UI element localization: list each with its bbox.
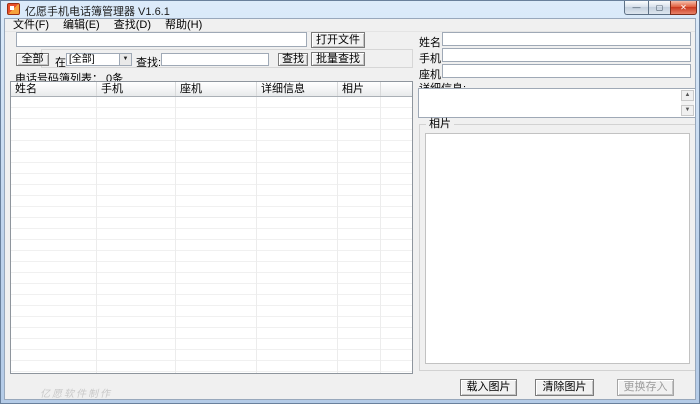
photo-groupbox: 相片 (419, 124, 696, 371)
app-icon (7, 3, 20, 15)
title-bar: 亿愿手机电话簿管理器 V1.6.1 — ▢ ✕ (1, 1, 699, 18)
photo-display-area (425, 133, 690, 364)
menu-file[interactable]: 文件(F) (6, 19, 56, 32)
scroll-down-icon[interactable]: ▼ (681, 105, 694, 116)
table-grid-col (257, 97, 338, 373)
mobile-field[interactable] (442, 48, 691, 62)
table-grid-col (11, 97, 97, 373)
photo-group-label: 相片 (426, 118, 454, 131)
column-header-details[interactable]: 详细信息 (257, 82, 338, 96)
details-scrollbar[interactable]: ▲ ▼ (681, 90, 694, 116)
scroll-up-icon[interactable]: ▲ (681, 90, 694, 101)
minimize-button[interactable]: — (624, 1, 649, 15)
find-button[interactable]: 查找 (278, 53, 308, 66)
menu-bar: 文件(F) 编辑(E) 查找(D) 帮助(H) (5, 19, 695, 32)
all-button[interactable]: 全部 (16, 53, 49, 66)
table-grid-col (97, 97, 176, 373)
menu-edit[interactable]: 编辑(E) (56, 19, 107, 32)
landline-field[interactable] (442, 64, 691, 78)
mobile-label: 手机: (419, 50, 444, 66)
chevron-down-icon[interactable]: ▼ (119, 54, 131, 65)
table-body[interactable] (11, 97, 412, 373)
table-grid-col (381, 97, 412, 373)
find-label: 查找: (136, 54, 161, 70)
column-header-landline[interactable]: 座机 (176, 82, 257, 96)
open-file-button[interactable]: 打开文件 (311, 32, 365, 48)
name-field[interactable] (442, 32, 691, 46)
scope-dropdown-value: [全部] (69, 54, 95, 65)
window-title: 亿愿手机电话簿管理器 V1.6.1 (25, 3, 170, 19)
find-input[interactable] (161, 53, 269, 66)
table-header-row: 姓名 手机 座机 详细信息 相片 (11, 82, 412, 97)
app-window: 亿愿手机电话簿管理器 V1.6.1 — ▢ ✕ 文件(F) 编辑(E) 查找(D… (0, 0, 700, 404)
column-header-empty (381, 82, 412, 96)
table-grid-col (176, 97, 257, 373)
scope-dropdown[interactable]: [全部] ▼ (66, 53, 132, 66)
file-path-input[interactable] (16, 32, 307, 47)
menu-help[interactable]: 帮助(H) (158, 19, 209, 32)
details-textarea[interactable]: ▲ ▼ (418, 88, 696, 118)
close-button[interactable]: ✕ (670, 1, 697, 15)
table-grid-col (338, 97, 381, 373)
name-label: 姓名: (419, 34, 444, 50)
clear-image-button[interactable]: 清除图片 (535, 379, 594, 396)
column-header-photo[interactable]: 相片 (338, 82, 381, 96)
menu-search[interactable]: 查找(D) (107, 19, 158, 32)
contacts-table: 姓名 手机 座机 详细信息 相片 (10, 81, 413, 374)
vendor-watermark: 亿愿软件制作 (40, 385, 112, 400)
maximize-button[interactable]: ▢ (649, 1, 670, 15)
column-header-mobile[interactable]: 手机 (97, 82, 176, 96)
column-header-name[interactable]: 姓名 (11, 82, 97, 96)
client-area: 文件(F) 编辑(E) 查找(D) 帮助(H) 打开文件 全部 在 [全部] ▼… (4, 18, 696, 400)
batch-find-button[interactable]: 批量查找 (311, 52, 365, 66)
replace-save-button[interactable]: 更换存入 (617, 379, 674, 396)
in-label: 在 (55, 54, 66, 70)
load-image-button[interactable]: 载入图片 (460, 379, 517, 396)
